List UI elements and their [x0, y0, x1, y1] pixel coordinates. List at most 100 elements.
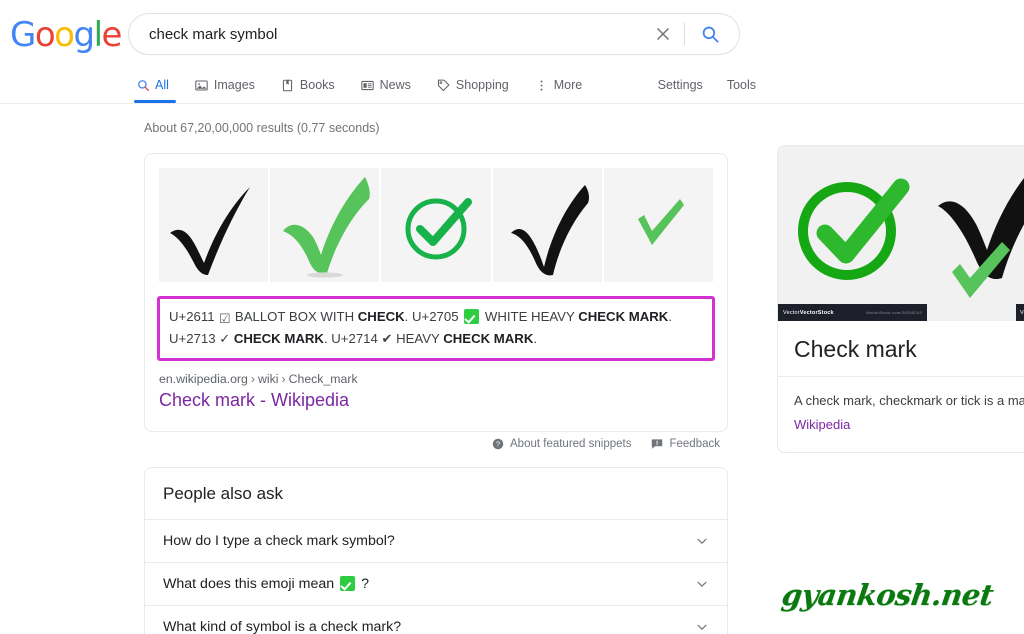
tab-books[interactable]: Books [268, 70, 348, 100]
vectorstock-watermark: VectorVectorStock VectorStock.com/283552… [778, 304, 927, 321]
featured-snippet-card: U+2611 ☑ BALLOT BOX WITH CHECK. U+2705 W… [144, 153, 728, 432]
knowledge-panel-description: A check mark, checkmark or tick is a mar… [778, 377, 1024, 417]
vectorstock-brand: VectorVectorStock [783, 309, 834, 316]
tools-link[interactable]: Tools [715, 70, 768, 100]
tag-icon [437, 78, 451, 92]
tab-books-label: Books [299, 78, 335, 92]
tab-more-label: More [553, 78, 583, 92]
feedback-link[interactable]: Feedback [651, 438, 720, 450]
snippet-period-2: . [533, 330, 538, 346]
clear-search-button[interactable] [646, 17, 680, 51]
snippet-line-1: U+2611 ☑ BALLOT BOX WITH CHECK. U+2705 W… [169, 306, 703, 328]
snippet-text-heavy: HEAVY [392, 330, 444, 346]
logo-letter-o2: o [54, 15, 75, 55]
gyankosh-watermark: gyankosh.net [779, 578, 996, 612]
image-icon [195, 78, 209, 92]
google-logo[interactable]: Google [10, 15, 123, 55]
tab-images[interactable]: Images [182, 70, 268, 100]
snippet-line-2: U+2713 ✓ CHECK MARK. U+2714 ✔ HEAVY CHEC… [169, 328, 703, 350]
vectorstock-brand-2: VectorStock [1020, 309, 1024, 316]
search-icon [702, 26, 719, 43]
people-also-ask-title: People also ask [163, 483, 284, 503]
logo-letter-g1: G [10, 15, 36, 55]
knowledge-panel: VectorVectorStock VectorStock.com/283552… [777, 145, 1024, 454]
chevron-down-icon[interactable] [695, 577, 709, 591]
logo-letter-o1: o [34, 15, 56, 55]
tab-all-label: All [155, 78, 169, 92]
snippet-codepoint-2714: . U+2714 [323, 330, 382, 346]
chevron-down-icon[interactable] [695, 620, 709, 634]
thumbnail-black-check-mark[interactable] [159, 168, 269, 282]
result-title-link[interactable]: Check mark - Wikipedia [159, 388, 713, 430]
knowledge-panel-description-text: A check mark, checkmark or tick is a mar… [794, 393, 1024, 408]
logo-letter-e: e [101, 15, 123, 55]
knowledge-panel-source-link[interactable]: Wikipedia [778, 417, 1024, 452]
breadcrumb-domain: en.wikipedia.org [159, 372, 248, 387]
paa-question-3[interactable]: What kind of symbol is a check mark? [145, 604, 727, 634]
about-featured-snippets-label: About featured snippets [510, 437, 632, 450]
feedback-label: Feedback [669, 437, 720, 450]
tab-shopping[interactable]: Shopping [424, 70, 522, 100]
search-icon [136, 78, 150, 92]
snippet-codepoint-2705: . U+2705 [404, 309, 463, 324]
thumbnail-green-check-mark[interactable] [270, 168, 380, 282]
result-stats: About 67,20,00,000 results (0.77 seconds… [144, 121, 380, 135]
tab-news[interactable]: News [348, 70, 424, 100]
more-vertical-icon [535, 78, 549, 92]
snippet-text-whiteheavy: WHITE HEAVY [481, 309, 579, 324]
about-featured-snippets-link[interactable]: ? About featured snippets [492, 438, 631, 450]
snippet-codepoint-2611: U+2611 [169, 309, 219, 324]
tab-all[interactable]: All [128, 70, 182, 103]
paa-question-1-text: How do I type a check mark symbol? [163, 532, 395, 549]
google-search-results-page: Google check mark symbol All Images Book… [0, 0, 1024, 634]
tab-news-label: News [379, 78, 411, 92]
snippet-footer: ? About featured snippets Feedback [144, 432, 728, 450]
tab-images-label: Images [213, 78, 255, 92]
chevron-down-icon[interactable] [695, 534, 709, 548]
breadcrumb-sep-1: › [250, 372, 255, 387]
search-divider [684, 23, 685, 45]
paa-question-2[interactable]: What does this emoji mean ? [145, 561, 727, 605]
tab-shopping-label: Shopping [455, 78, 509, 92]
paa-question-3-text: What kind of symbol is a check mark? [163, 618, 402, 634]
snippet-period-1: . [668, 309, 672, 324]
thumbnail-green-circled-check-mark[interactable] [381, 168, 491, 282]
vectorstock-watermark-2: VectorStock [1016, 304, 1024, 321]
search-submit-button[interactable] [689, 17, 731, 51]
snippet-bold-check-mark-3: CHECK MARK [443, 330, 534, 346]
snippet-bold-check-mark-2: CHECK MARK [233, 330, 324, 346]
paa-question-1[interactable]: How do I type a check mark symbol? [145, 518, 727, 562]
ballot-box-with-check-icon: ☑ [218, 312, 231, 327]
results-column: About 67,20,00,000 results (0.77 seconds… [0, 112, 760, 634]
kp-image-circled-check: VectorVectorStock VectorStock.com/283552… [778, 146, 927, 321]
paa-question-2-suffix: ? [361, 575, 370, 592]
snippet-text-ballot: BALLOT BOX WITH [231, 309, 358, 324]
heavy-check-mark-icon: ✔ [381, 331, 393, 347]
page-header: Google check mark symbol All Images Book… [0, 0, 1024, 112]
breadcrumb-path-2: Check_mark [288, 372, 358, 387]
search-input[interactable] [129, 25, 646, 43]
help-icon: ? [492, 438, 504, 449]
thumbnail-green-check-mark-small[interactable] [603, 168, 714, 282]
settings-link[interactable]: Settings [646, 70, 715, 100]
knowledge-panel-image[interactable]: VectorVectorStock VectorStock.com/283552… [778, 146, 1024, 321]
thumbnail-black-check-mark-2[interactable] [492, 168, 602, 282]
search-bar[interactable] [128, 13, 740, 55]
book-icon [281, 78, 295, 92]
check-mark-icon: ✓ [219, 331, 231, 347]
tab-more[interactable]: More [522, 70, 595, 100]
white-heavy-check-mark-icon [340, 576, 356, 592]
knowledge-panel-title: Check mark [794, 336, 917, 362]
paa-question-2-text: What does this emoji mean ? [163, 576, 369, 592]
paa-question-2-label: What does this emoji mean [163, 575, 335, 592]
snippet-bold-check: CHECK [357, 309, 405, 324]
kp-image-black-and-green-checks: VectorStock [927, 146, 1024, 321]
close-icon [656, 27, 670, 41]
breadcrumb-sep-2: › [281, 372, 286, 387]
feedback-icon [652, 438, 663, 449]
snippet-bold-check-mark-1: CHECK MARK [578, 309, 669, 324]
result-breadcrumb: en.wikipedia.org › wiki › Check_mark [159, 372, 713, 386]
search-tabs: All Images Books News Shopping More Sett… [128, 70, 768, 103]
snippet-thumbnail-strip [145, 154, 727, 282]
featured-snippet-highlight: U+2611 ☑ BALLOT BOX WITH CHECK. U+2705 W… [157, 296, 715, 362]
